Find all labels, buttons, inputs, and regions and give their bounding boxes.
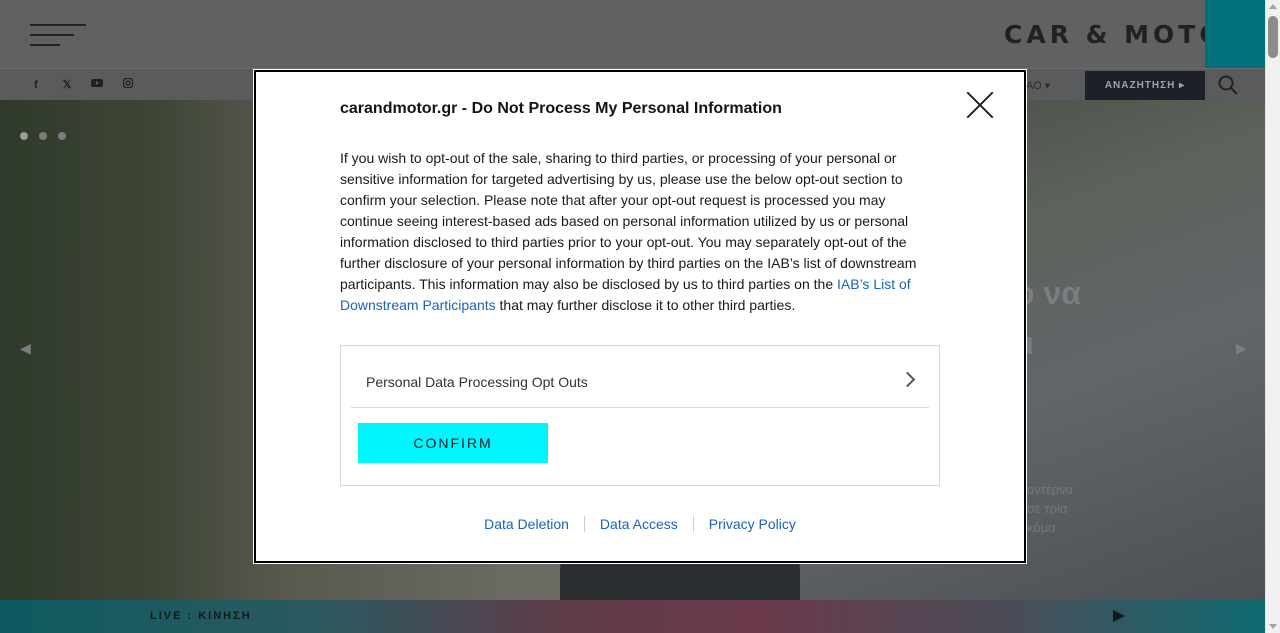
scroll-up-icon[interactable] — [1269, 4, 1277, 9]
confirm-button[interactable]: CONFIRM — [358, 423, 548, 463]
body-tail: that may further disclose it to other th… — [495, 297, 796, 313]
site-header: CAR & MOTOR. — [0, 0, 1265, 70]
language-selector[interactable]: ΑΟ ▾ — [1026, 79, 1050, 92]
caret-right-icon: ▸ — [1179, 80, 1186, 91]
privacy-opt-out-dialog: carandmotor.gr - Do Not Process My Perso… — [254, 70, 1026, 563]
dialog-footer-links: Data Deletion Data Access Privacy Policy — [256, 516, 1024, 532]
logo-accent-block — [1205, 0, 1265, 70]
menu-icon[interactable] — [30, 24, 86, 48]
live-label: LIVE : ΚΙΝΗΣΗ — [150, 610, 252, 622]
slider-dot[interactable] — [20, 132, 28, 140]
slider-dot[interactable] — [58, 132, 66, 140]
chevron-right-icon — [899, 371, 916, 388]
x-icon[interactable]: 𝕏 — [60, 78, 74, 92]
opt-out-label: Personal Data Processing Opt Outs — [366, 374, 588, 390]
scrollbar-thumb[interactable] — [1268, 16, 1278, 58]
body-paragraph: If you wish to opt-out of the sale, shar… — [340, 150, 917, 292]
data-deletion-link[interactable]: Data Deletion — [469, 516, 585, 532]
language-label: ΑΟ — [1026, 80, 1042, 92]
dialog-body-text: If you wish to opt-out of the sale, shar… — [340, 148, 930, 316]
search-button-label: ΑΝΑΖΗΤΗΣΗ — [1104, 80, 1176, 91]
opt-out-panel: Personal Data Processing Opt Outs CONFIR… — [340, 345, 940, 486]
hero-excerpt: οντέρνα σε τρία κόμα — [1027, 482, 1074, 535]
prev-slide-icon[interactable]: ◀ — [20, 340, 31, 357]
page-scrollbar[interactable] — [1265, 0, 1280, 633]
search-button[interactable]: ΑΝΑΖΗΤΗΣΗ ▸ — [1085, 71, 1205, 101]
instagram-icon[interactable] — [121, 77, 135, 92]
data-access-link[interactable]: Data Access — [585, 516, 694, 532]
dialog-title: carandmotor.gr - Do Not Process My Perso… — [340, 100, 782, 117]
privacy-policy-link[interactable]: Privacy Policy — [694, 516, 811, 532]
scroll-down-icon[interactable] — [1269, 624, 1277, 629]
next-slide-icon[interactable]: ▶ — [1236, 340, 1247, 357]
play-icon[interactable] — [1113, 610, 1125, 622]
opt-out-row[interactable]: Personal Data Processing Opt Outs — [351, 346, 929, 408]
slider-dots — [20, 132, 66, 140]
live-ticker-bar: LIVE : ΚΙΝΗΣΗ — [0, 600, 1265, 633]
chevron-down-icon: ▾ — [1044, 80, 1051, 92]
youtube-icon[interactable] — [90, 78, 104, 92]
slider-dot[interactable] — [39, 132, 47, 140]
search-icon[interactable] — [1218, 75, 1240, 97]
facebook-icon[interactable]: f — [29, 78, 43, 92]
close-icon[interactable] — [966, 91, 994, 119]
hero-title-fragment[interactable]: ι — [1025, 325, 1034, 362]
